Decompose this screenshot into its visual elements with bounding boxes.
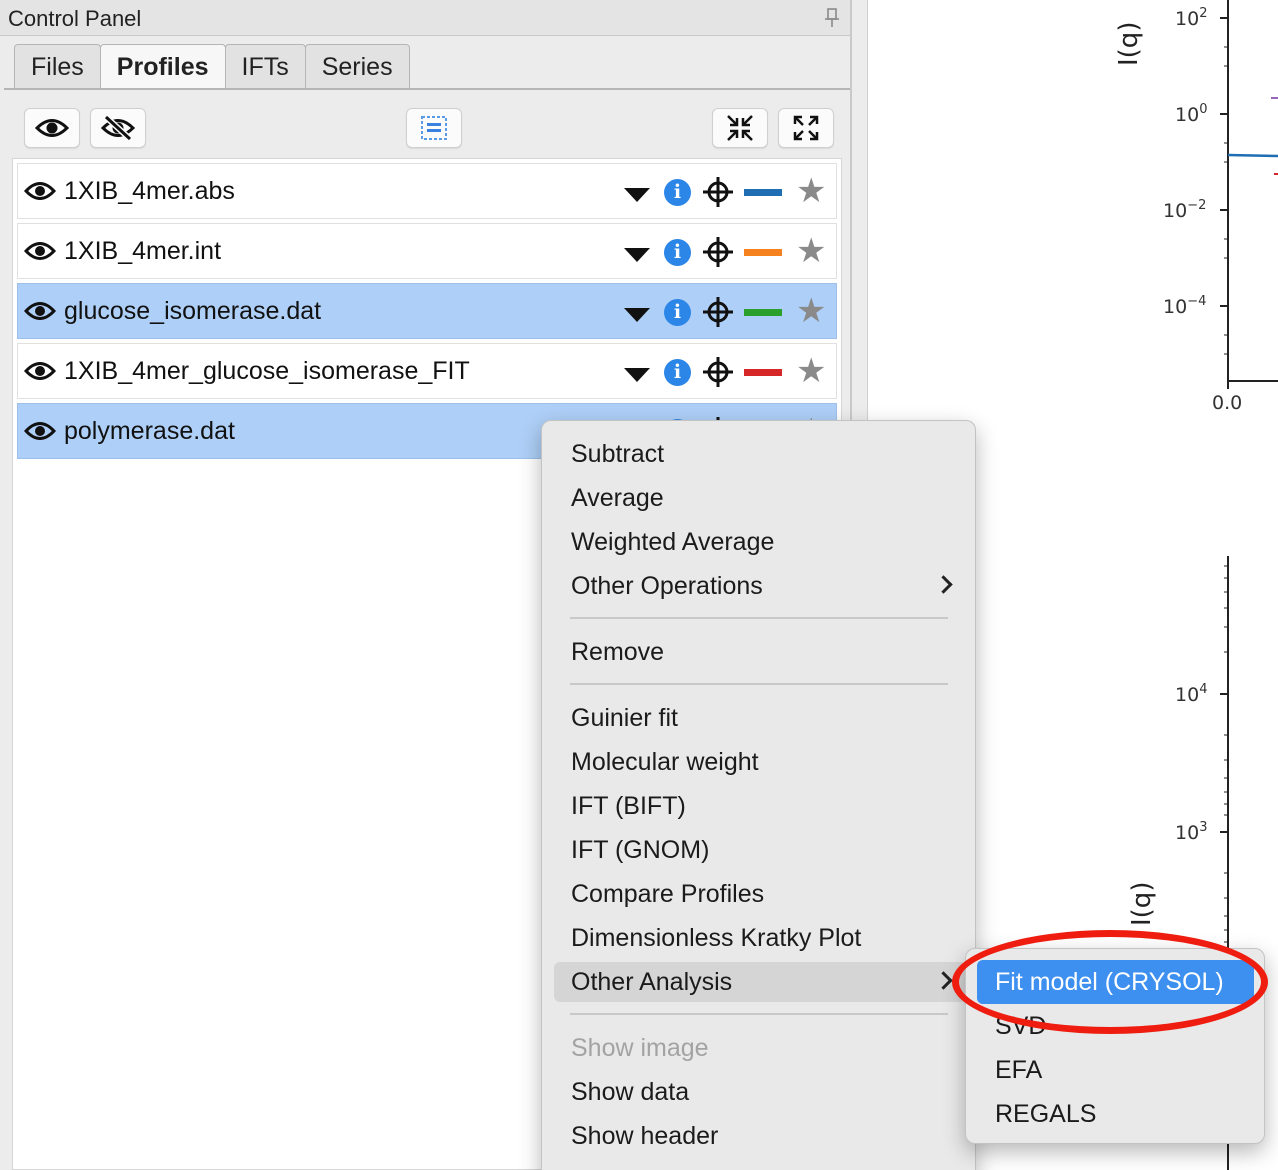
y-tick-label: 102: [1175, 6, 1208, 30]
menu-item-molecular-weight[interactable]: Molecular weight: [554, 742, 966, 782]
collapse-all-button[interactable]: [712, 108, 768, 148]
other-analysis-submenu: Fit model (CRYSOL) SVD EFA REGALS: [965, 948, 1265, 1144]
expand-triangle-icon[interactable]: [624, 368, 650, 382]
info-icon[interactable]: i: [664, 179, 691, 206]
y-tick-label: 104: [1175, 682, 1208, 706]
hide-all-button[interactable]: [90, 108, 146, 148]
profile-controls: i ★: [618, 294, 838, 330]
eye-slash-icon: [101, 115, 135, 141]
profile-row[interactable]: glucose_isomerase.dat i ★: [17, 283, 837, 339]
expand-arrows-icon: [793, 115, 819, 141]
menu-item-label: Other Operations: [571, 572, 763, 600]
crosshair-icon[interactable]: [702, 176, 734, 208]
crosshair-icon[interactable]: [702, 356, 734, 388]
menu-item-other-analysis[interactable]: Other Analysis: [554, 962, 966, 1002]
y-tick-label: 10−4: [1163, 294, 1207, 318]
line-color-swatch[interactable]: [744, 369, 782, 376]
line-color-swatch[interactable]: [744, 309, 782, 316]
menu-separator: [570, 617, 948, 619]
profile-row[interactable]: 1XIB_4mer.int i ★: [17, 223, 837, 279]
submenu-item-svd[interactable]: SVD: [977, 1004, 1254, 1048]
star-icon[interactable]: ★: [796, 354, 826, 388]
star-icon[interactable]: ★: [796, 174, 826, 208]
submenu-item-efa[interactable]: EFA: [977, 1048, 1254, 1092]
menu-item-subtract[interactable]: Subtract: [554, 434, 966, 474]
expand-all-button[interactable]: [778, 108, 834, 148]
expand-triangle-icon[interactable]: [624, 188, 650, 202]
info-icon[interactable]: i: [664, 359, 691, 386]
tab-ifts[interactable]: IFTs: [224, 44, 306, 88]
menu-item-compare-profiles[interactable]: Compare Profiles: [554, 874, 966, 914]
bottom-y-axis-label: I(q): [1127, 881, 1157, 926]
info-icon[interactable]: i: [664, 299, 691, 326]
menu-item-average[interactable]: Average: [554, 478, 966, 518]
menu-item-show-data[interactable]: Show data: [554, 1072, 966, 1112]
x-tick-label: 0.0: [1212, 392, 1243, 414]
expand-triangle-icon[interactable]: [624, 308, 650, 322]
context-menu: Subtract Average Weighted Average Other …: [541, 420, 976, 1170]
star-icon[interactable]: ★: [796, 234, 826, 268]
tab-files[interactable]: Files: [14, 44, 101, 88]
line-color-swatch[interactable]: [744, 249, 782, 256]
menu-item-show-header[interactable]: Show header: [554, 1116, 966, 1156]
menu-item-weighted-average[interactable]: Weighted Average: [554, 522, 966, 562]
y-tick-label: 100: [1175, 102, 1208, 126]
tab-bar: Files Profiles IFTs Series: [14, 44, 410, 88]
list-select-icon: [421, 116, 447, 140]
panel-title: Control Panel: [8, 6, 142, 31]
pin-icon[interactable]: [824, 8, 840, 28]
crosshair-icon[interactable]: [702, 236, 734, 268]
profile-controls: i ★: [618, 174, 838, 210]
profile-row[interactable]: 1XIB_4mer.abs i ★: [17, 163, 837, 219]
submenu-item-fit-model-crysol[interactable]: Fit model (CRYSOL): [977, 960, 1254, 1004]
menu-item-ift-bift[interactable]: IFT (BIFT): [554, 786, 966, 826]
menu-item-remove[interactable]: Remove: [554, 632, 966, 672]
menu-item-ift-gnom[interactable]: IFT (GNOM): [554, 830, 966, 870]
menu-item-other-operations[interactable]: Other Operations: [554, 566, 966, 606]
eye-icon[interactable]: [24, 300, 56, 322]
info-icon[interactable]: i: [664, 239, 691, 266]
menu-item-show-image: Show image: [571, 1034, 709, 1062]
eye-icon[interactable]: [24, 360, 56, 382]
menu-item-label: Other Analysis: [571, 968, 733, 996]
profile-controls: i ★: [618, 354, 838, 390]
y-tick-label: 10−2: [1163, 198, 1207, 222]
profile-controls: i ★: [618, 234, 838, 270]
eye-icon: [35, 119, 69, 137]
tab-series[interactable]: Series: [304, 44, 410, 88]
tab-profiles[interactable]: Profiles: [99, 44, 226, 88]
show-all-button[interactable]: [24, 108, 80, 148]
collapse-arrows-icon: [727, 115, 753, 141]
select-all-button[interactable]: [406, 108, 462, 148]
profile-name: polymerase.dat: [64, 417, 235, 445]
crosshair-icon[interactable]: [702, 296, 734, 328]
menu-item-guinier-fit[interactable]: Guinier fit: [554, 698, 966, 738]
chevron-right-icon: [934, 971, 953, 990]
menu-separator: [570, 1013, 948, 1015]
profile-row[interactable]: 1XIB_4mer_glucose_isomerase_FIT i ★: [17, 343, 837, 399]
profile-name: glucose_isomerase.dat: [64, 297, 322, 325]
menu-separator: [570, 683, 948, 685]
panel-header: Control Panel: [0, 0, 852, 36]
tab-divider: [4, 88, 850, 90]
submenu-item-regals[interactable]: REGALS: [977, 1092, 1254, 1136]
profile-name: 1XIB_4mer_glucose_isomerase_FIT: [64, 357, 470, 385]
eye-icon[interactable]: [24, 420, 56, 442]
eye-icon[interactable]: [24, 180, 56, 202]
y-tick-label: 103: [1175, 820, 1208, 844]
profile-name: 1XIB_4mer.abs: [64, 177, 235, 205]
menu-item-dimensionless-kratky[interactable]: Dimensionless Kratky Plot: [554, 918, 966, 958]
expand-triangle-icon[interactable]: [624, 248, 650, 262]
profile-name: 1XIB_4mer.int: [64, 237, 222, 265]
top-y-axis-label: I(q): [1114, 21, 1144, 66]
eye-icon[interactable]: [24, 240, 56, 262]
chevron-right-icon: [934, 575, 953, 594]
line-color-swatch[interactable]: [744, 189, 782, 196]
star-icon[interactable]: ★: [796, 294, 826, 328]
